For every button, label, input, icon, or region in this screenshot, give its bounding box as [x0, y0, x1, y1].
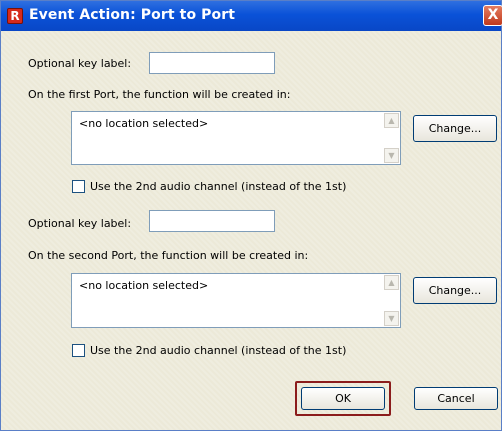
- dialog-window: R Event Action: Port to Port X Optional …: [0, 0, 502, 431]
- port2-location-item[interactable]: <no location selected>: [79, 279, 208, 292]
- port2-location-label: On the second Port, the function will be…: [28, 249, 309, 262]
- port1-location-item[interactable]: <no location selected>: [79, 117, 208, 130]
- dialog-title: Event Action: Port to Port: [29, 7, 236, 23]
- port2-audio-checkbox[interactable]: [72, 344, 85, 357]
- port1-key-label: Optional key label:: [28, 57, 132, 70]
- port1-scroll-down-icon[interactable]: ▼: [384, 148, 399, 163]
- port2-change-button[interactable]: Change...: [413, 277, 497, 304]
- port2-key-input[interactable]: [149, 210, 275, 232]
- port1-change-button[interactable]: Change...: [413, 115, 497, 142]
- close-button[interactable]: X: [483, 5, 502, 26]
- port2-key-label: Optional key label:: [28, 217, 132, 230]
- port1-key-input[interactable]: [149, 52, 275, 74]
- port1-audio-checkbox-label[interactable]: Use the 2nd audio channel (instead of th…: [90, 180, 346, 193]
- port1-location-list[interactable]: <no location selected> ▲ ▼: [71, 111, 401, 165]
- port1-audio-checkbox[interactable]: [72, 180, 85, 193]
- ok-button[interactable]: OK: [301, 387, 385, 410]
- port1-location-label: On the first Port, the function will be …: [28, 88, 291, 101]
- title-bar[interactable]: R Event Action: Port to Port: [1, 1, 501, 31]
- port2-scroll-down-icon[interactable]: ▼: [384, 311, 399, 326]
- cancel-button[interactable]: Cancel: [414, 387, 498, 410]
- port2-audio-checkbox-label[interactable]: Use the 2nd audio channel (instead of th…: [90, 344, 346, 357]
- port1-scroll-up-icon[interactable]: ▲: [384, 113, 399, 128]
- app-icon: R: [7, 8, 23, 24]
- port2-location-list[interactable]: <no location selected> ▲ ▼: [71, 273, 401, 328]
- port2-scroll-up-icon[interactable]: ▲: [384, 275, 399, 290]
